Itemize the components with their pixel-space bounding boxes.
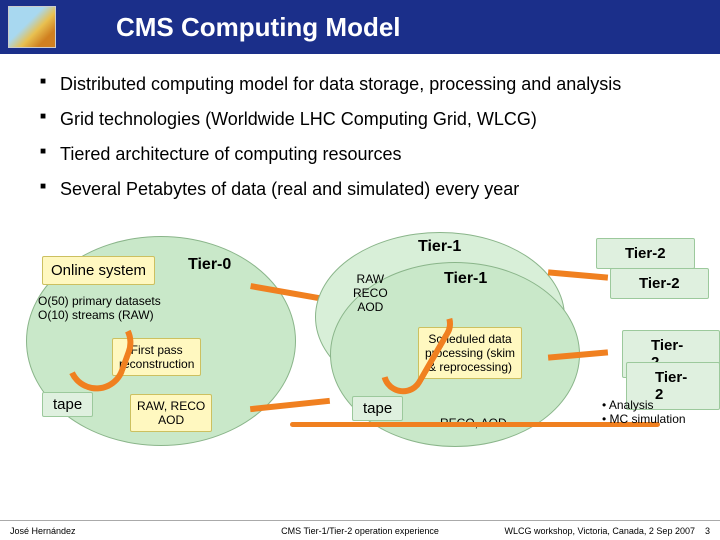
diagram: Online system Tier-0 O(50) primary datas…: [0, 222, 720, 502]
footer: José Hernández CMS Tier-1/Tier-2 operati…: [0, 520, 720, 540]
raw-reco-aod-column: RAW RECO AOD: [353, 272, 388, 314]
arrow: [548, 269, 608, 280]
raw-reco-aod-box: RAW, RECO AOD: [130, 394, 212, 432]
cms-logo: [8, 6, 56, 48]
slide-title: CMS Computing Model: [116, 12, 401, 43]
bullet-item: Distributed computing model for data sto…: [40, 74, 692, 95]
tier1-heading-mid: Tier-1: [444, 270, 487, 288]
tape-label-1: tape: [42, 392, 93, 417]
title-bar: CMS Computing Model: [0, 0, 720, 54]
bullet-list: Distributed computing model for data sto…: [0, 54, 720, 222]
footer-right: WLCG workshop, Victoria, Canada, 2 Sep 2…: [505, 526, 710, 536]
bullet-item: Several Petabytes of data (real and simu…: [40, 179, 692, 200]
tier2-box: Tier-2: [596, 238, 695, 269]
tier0-heading: Tier-0: [188, 256, 231, 274]
footer-author: José Hernández: [10, 526, 76, 536]
tape-label-2: tape: [352, 396, 403, 421]
bullet-item: Grid technologies (Worldwide LHC Computi…: [40, 109, 692, 130]
tier2-box: Tier-2: [610, 268, 709, 299]
tier1-heading-top: Tier-1: [418, 238, 461, 256]
footer-center: CMS Tier-1/Tier-2 operation experience: [281, 526, 439, 536]
online-system-label: Online system: [42, 256, 155, 285]
analysis-text: • Analysis • MC simulation: [602, 398, 686, 426]
bullet-item: Tiered architecture of computing resourc…: [40, 144, 692, 165]
